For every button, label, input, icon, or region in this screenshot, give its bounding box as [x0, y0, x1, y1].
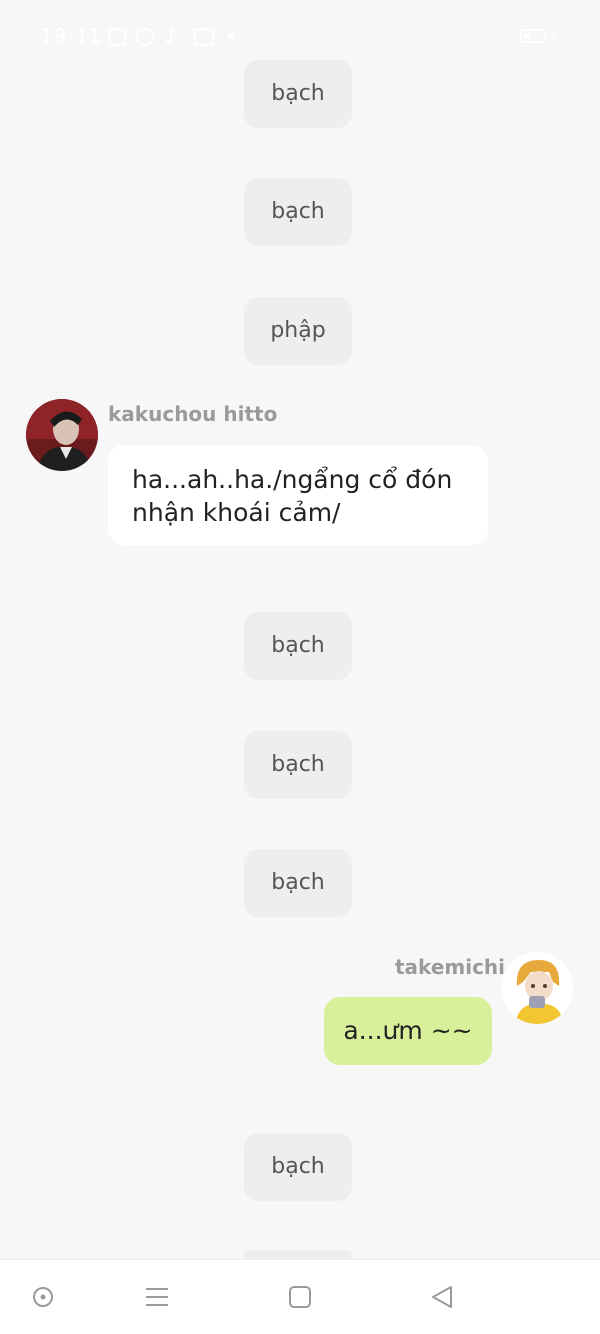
narration-bubble: bạch [244, 178, 352, 246]
back-triangle-icon[interactable] [428, 1282, 458, 1312]
username-kakuchou: kakuchou hitto [108, 402, 278, 426]
username-takemichi: takemichi [395, 955, 506, 979]
home-square-icon[interactable] [285, 1282, 315, 1312]
notification-dot-icon [228, 33, 234, 39]
system-nav-bar [0, 1259, 600, 1334]
message-bubble-incoming[interactable]: ha...ah..ha./ngẩng cổ đón nhận khoái cảm… [108, 445, 488, 545]
youtube-icon [194, 28, 214, 46]
avatar-takemichi-image [501, 952, 573, 1024]
charging-icon: ⚡ [549, 26, 561, 45]
message-bubble-outgoing[interactable]: a...ưm ~~ [324, 997, 492, 1065]
message-line: ha...ah..ha./ngẩng cổ đón [132, 465, 453, 494]
message-line: nhận khoái cảm/ [132, 498, 341, 527]
tiktok-icon: ♪ [164, 24, 179, 49]
facebook-icon [108, 28, 126, 46]
avatar-kakuchou[interactable] [26, 399, 98, 471]
narration-bubble: phập [244, 297, 352, 365]
assistant-icon[interactable] [28, 1282, 58, 1312]
narration-bubble: bạch [244, 1133, 352, 1201]
battery-icon [520, 29, 546, 43]
signal-icon: . . . [466, 34, 509, 50]
narration-bubble: bạch [244, 612, 352, 680]
avatar-takemichi[interactable] [501, 952, 573, 1024]
messenger-icon [136, 28, 154, 46]
status-time: 19:11 [40, 24, 103, 48]
avatar-kakuchou-image [26, 399, 98, 471]
narration-bubble: bạch [244, 731, 352, 799]
menu-icon[interactable] [142, 1282, 172, 1312]
narration-bubble: bạch [244, 60, 352, 128]
narration-bubble: bạch [244, 849, 352, 917]
